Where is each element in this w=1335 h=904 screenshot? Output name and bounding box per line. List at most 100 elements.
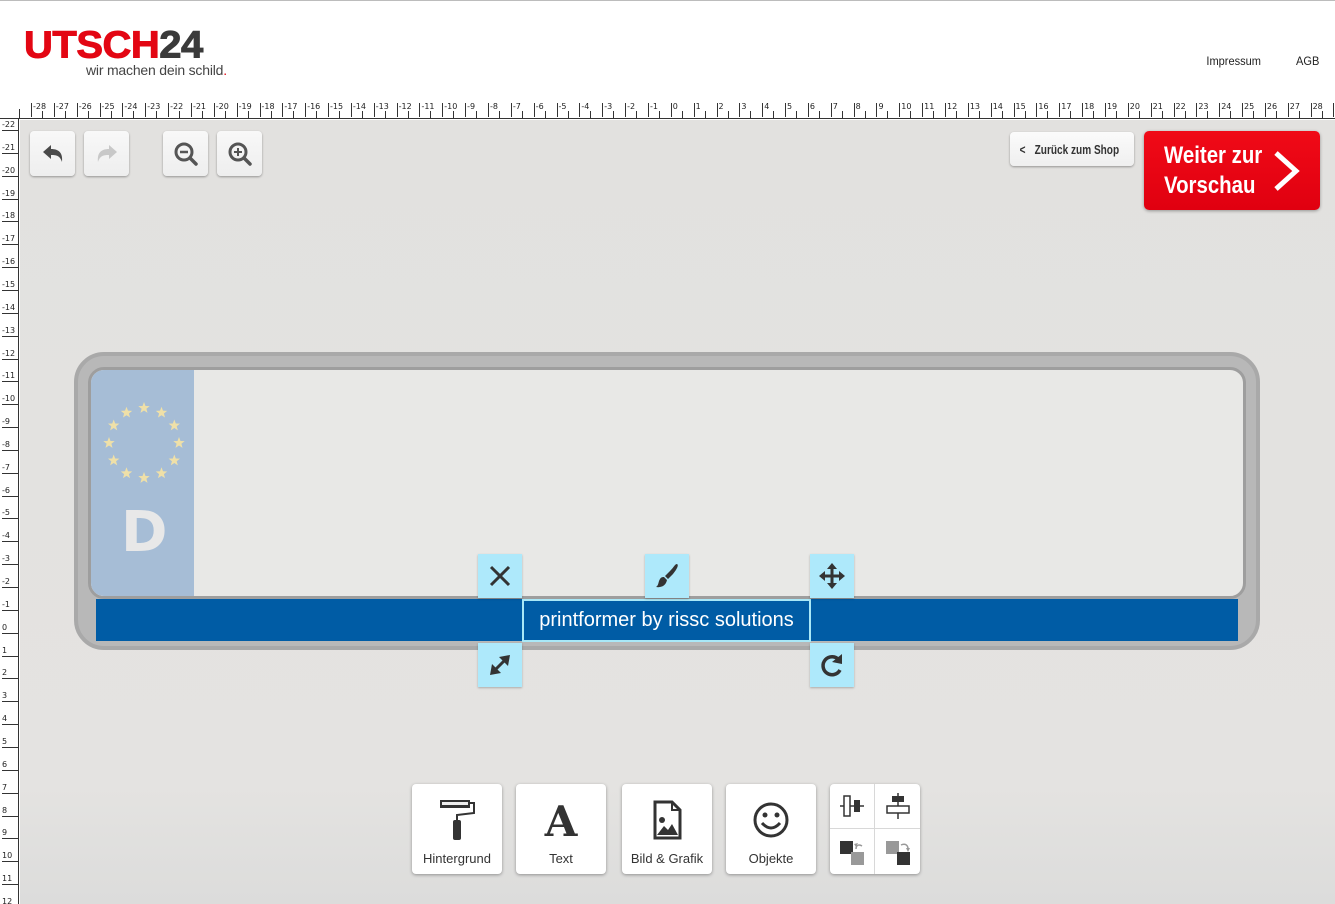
delete-handle[interactable] (478, 554, 522, 598)
zoom-out-icon (174, 142, 198, 166)
ruler-label: 11 (2, 874, 13, 884)
header-nav: Impressum AGB (1176, 54, 1320, 68)
nav-agb[interactable]: AGB (1296, 54, 1319, 68)
svg-text:A: A (544, 798, 579, 842)
eu-star (138, 472, 150, 483)
logo-tagline: wir machen dein schild. (86, 62, 227, 78)
redo-button[interactable] (84, 131, 129, 176)
align-vertical-center-icon (840, 795, 864, 817)
ruler-label: 10 (2, 851, 13, 861)
close-icon (489, 565, 511, 587)
resize-handle[interactable] (478, 643, 522, 687)
rotate-handle[interactable] (810, 643, 854, 687)
align-center-vertical-button[interactable] (830, 784, 875, 829)
ruler-label: 18 (1084, 102, 1095, 111)
ruler-label: -20 (2, 165, 16, 175)
style-handle[interactable] (645, 554, 689, 598)
ruler-label: 15 (1015, 102, 1026, 111)
ruler-label: -16 (307, 102, 321, 111)
tool-image-label: Bild & Grafik (630, 851, 704, 866)
ruler-label: -8 (490, 102, 498, 111)
rotate-icon (821, 654, 842, 677)
ruler-label: 9 (2, 828, 8, 838)
ruler-label: 1 (695, 102, 701, 111)
ruler-label: -8 (2, 439, 10, 449)
ruler-label: -16 (2, 257, 16, 267)
ruler-label: -1 (649, 102, 658, 111)
ruler-label: 0 (2, 622, 8, 632)
move-icon (819, 563, 845, 589)
ruler-label: -20 (215, 102, 229, 111)
ruler-label: -6 (535, 102, 544, 111)
ruler-label: 28 (1312, 102, 1323, 111)
align-center-horizontal-button[interactable] (875, 784, 920, 829)
zoom-out-button[interactable] (163, 131, 208, 176)
eu-star (173, 437, 185, 448)
logo-brand-dark: 24 (159, 24, 204, 66)
tool-text[interactable]: A Text (516, 784, 606, 874)
ruler-label: 13 (969, 102, 981, 111)
eu-band: D (91, 370, 194, 596)
ruler-label: -15 (2, 279, 16, 289)
eu-star (103, 437, 115, 448)
zoom-in-icon (228, 142, 252, 166)
ruler-label: -27 (55, 102, 69, 111)
ruler-label: 6 (809, 102, 815, 111)
site-header: UTSCH24 wir machen dein schild. Impressu… (0, 1, 1335, 101)
back-to-shop-button[interactable]: < Zurück zum Shop (1010, 132, 1134, 166)
tool-objects[interactable]: Objekte (726, 784, 816, 874)
ruler-label: -11 (421, 102, 435, 111)
selected-text-element[interactable]: printformer by rissc solutions (522, 599, 811, 642)
eu-star (138, 402, 150, 413)
ruler-label: 12 (947, 102, 958, 111)
ruler-label: -2 (627, 102, 636, 111)
text-icon: A (544, 798, 579, 842)
nav-impressum[interactable]: Impressum (1206, 54, 1261, 68)
ruler-label: -15 (330, 102, 344, 111)
ruler-label: -6 (2, 485, 10, 495)
ruler-label: 3 (2, 691, 8, 701)
tool-background-label: Hintergrund (423, 851, 491, 866)
zoom-in-button[interactable] (217, 131, 262, 176)
ruler-label: -10 (2, 394, 16, 404)
undo-button[interactable] (30, 131, 75, 176)
tagline-text: wir machen dein schild (86, 62, 224, 78)
tool-background[interactable]: Hintergrund (412, 784, 502, 874)
back-to-shop-label: Zurück zum Shop (1034, 141, 1120, 157)
ruler-label: 24 (1221, 102, 1232, 111)
tool-text-label: Text (549, 851, 573, 866)
ruler-label: -18 (261, 102, 275, 111)
ruler-label: -4 (581, 102, 590, 111)
horizontal-ruler: -28 -27 -26 -25 -24 -23 -22 -21 -20 -19 -18 -17 -16-… (0, 101, 1335, 119)
chevron-left-icon: < (1019, 141, 1026, 157)
send-to-back-icon (885, 840, 910, 865)
ruler-label: 8 (855, 102, 861, 111)
ruler-label: 8 (2, 805, 8, 815)
ruler-label: -14 (352, 102, 366, 111)
resize-arrows-icon (490, 655, 510, 675)
bring-forward-button[interactable] (830, 829, 875, 874)
logo[interactable]: UTSCH24 wir machen dein schild. (23, 26, 227, 78)
send-backward-button[interactable] (875, 829, 920, 874)
tool-image[interactable]: Bild & Grafik (622, 784, 712, 874)
ruler-label: 14 (992, 102, 1003, 111)
ruler-label: -9 (467, 102, 476, 111)
continue-to-preview-button[interactable]: Weiter zur Vorschau (1144, 131, 1320, 210)
ruler-label: -25 (101, 102, 115, 111)
tagline-dot: . (223, 62, 227, 78)
ruler-label: -3 (2, 554, 10, 564)
paintbrush-icon (656, 564, 678, 588)
ruler-label: 27 (1289, 102, 1300, 111)
ruler-label: 7 (2, 782, 8, 792)
ruler-label: 11 (924, 102, 935, 111)
ruler-label: -28 (33, 102, 47, 111)
eu-star (120, 467, 133, 479)
smiley-icon (753, 802, 789, 838)
move-handle[interactable] (810, 554, 854, 598)
ruler-label: -9 (2, 417, 10, 427)
logo-wordmark: UTSCH24 (23, 26, 203, 65)
undo-icon (42, 144, 62, 162)
ruler-label: 6 (2, 759, 8, 769)
ruler-label: -2 (2, 577, 10, 586)
ruler-label: -4 (2, 531, 10, 541)
